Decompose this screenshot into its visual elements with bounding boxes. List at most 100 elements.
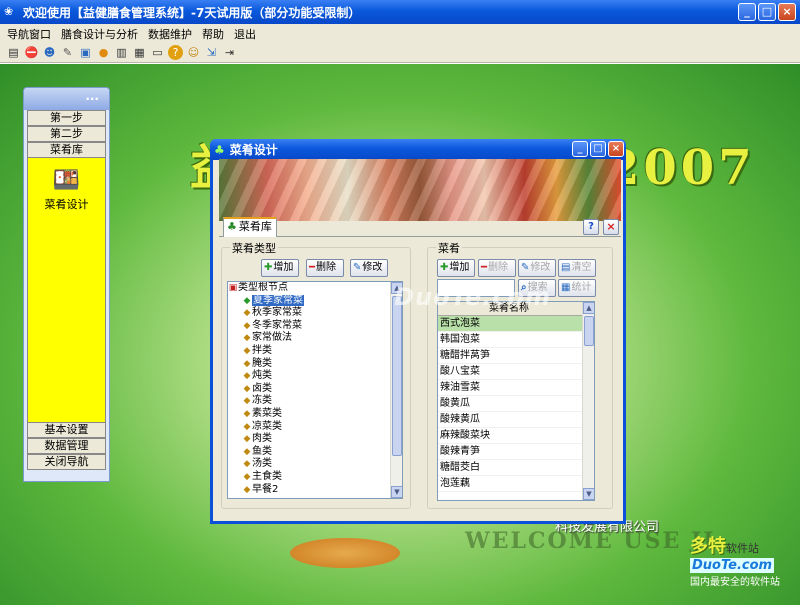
list-item[interactable]: 糖醋茭白 <box>438 460 582 476</box>
watermark-text: www.DuoTe.com <box>316 283 551 311</box>
dialog-icon: ♣ <box>214 142 225 157</box>
menu-help[interactable]: 帮助 <box>197 26 229 42</box>
exit-icon[interactable]: ⇥ <box>222 45 237 60</box>
dish-edit-button[interactable]: ✎修改 <box>518 259 556 277</box>
type-add-button[interactable]: ✚增加 <box>261 259 299 277</box>
menu-diet-design[interactable]: 膳食设计与分析 <box>56 26 143 42</box>
type-delete-button[interactable]: ━删除 <box>306 259 344 277</box>
menu-nav-window[interactable]: 导航窗口 <box>2 26 56 42</box>
nav-panel: ... 第一步 第二步 菜肴库 🍱 菜肴设计 基本设置 数据管理 关闭导航 <box>23 87 110 482</box>
app-title: 欢迎使用【益健膳食管理系统】-7天试用版（部分功能受限制） <box>23 5 361 20</box>
tree-item[interactable]: ◆ 家常做法 <box>228 332 402 345</box>
dialog-title: 菜肴设计 <box>229 143 278 157</box>
window-icon[interactable]: ▣ <box>78 45 93 60</box>
tab-row: ♣ 菜肴库 ? × <box>219 217 621 237</box>
menu-data-maintenance[interactable]: 数据维护 <box>143 26 197 42</box>
list-item[interactable]: 酸辣青笋 <box>438 444 582 460</box>
menu-exit[interactable]: 退出 <box>229 26 261 42</box>
list-item[interactable]: 西式泡菜 <box>438 316 582 332</box>
dialog-maximize-button[interactable]: □ <box>590 141 606 157</box>
close-x-button[interactable]: × <box>603 219 619 235</box>
dish-clear-button[interactable]: ▤清空 <box>558 259 596 277</box>
save-icon[interactable]: ▦ <box>132 45 147 60</box>
dialog-minimize-button[interactable]: _ <box>572 141 588 157</box>
tree-item[interactable]: ◆ 卤类 <box>228 383 402 396</box>
menu-bar: 导航窗口 膳食设计与分析 数据维护 帮助 退出 <box>0 24 800 43</box>
logo-line1-small: 软件站 <box>726 542 759 555</box>
tree-item[interactable]: ◆ 冻类 <box>228 395 402 408</box>
maximize-button[interactable]: □ <box>758 3 776 21</box>
tree-item[interactable]: ◆ 炖类 <box>228 370 402 383</box>
food-icon[interactable]: ● <box>96 45 111 60</box>
dialog-titlebar: ♣ 菜肴设计 _ □ × <box>210 139 626 160</box>
food-banner-image <box>219 159 621 221</box>
list-scrollbar[interactable]: ▲ ▼ <box>582 302 594 500</box>
list-item[interactable]: 辣油雪菜 <box>438 380 582 396</box>
dish-design-icon[interactable]: 🍱 <box>51 168 83 194</box>
nav-header[interactable]: ... <box>24 88 109 110</box>
dish-design-label[interactable]: 菜肴设计 <box>28 196 105 212</box>
list-item[interactable]: 泡莲藕 <box>438 476 582 492</box>
nav-data-management-button[interactable]: 数据管理 <box>27 438 106 454</box>
tree-item[interactable]: ◆ 鱼类 <box>228 446 402 459</box>
dish-design-dialog: ♣ 菜肴设计 _ □ × ♣ 菜肴库 ? × 菜肴类型 ✚增加 ━删除 ✎修改 ▣… <box>210 139 626 524</box>
scroll-thumb[interactable] <box>392 296 402 456</box>
monitor-icon[interactable]: ▭ <box>150 45 165 60</box>
list-item[interactable]: 糖醋拌莴笋 <box>438 348 582 364</box>
scroll-down-arrow[interactable]: ▼ <box>583 488 594 500</box>
tree-item[interactable]: ◆ 主食类 <box>228 471 402 484</box>
nav-step1-button[interactable]: 第一步 <box>27 110 106 126</box>
nav-step2-button[interactable]: 第二步 <box>27 126 106 142</box>
print-icon[interactable]: ▥ <box>114 45 129 60</box>
toolbar: ▤ ⛔ ☻ ✎ ▣ ● ▥ ▦ ▭ ? ☺ ⇲ ⇥ <box>0 43 800 63</box>
tree-item[interactable]: ◆ 汤类 <box>228 458 402 471</box>
help-button[interactable]: ? <box>583 219 599 235</box>
logo-line2: DuoTe.com <box>690 558 775 573</box>
dish-type-legend: 菜肴类型 <box>230 240 278 256</box>
tree-item[interactable]: ◆ 拌类 <box>228 345 402 358</box>
dish-legend: 菜肴 <box>436 240 462 256</box>
edit-icon[interactable]: ✎ <box>60 45 75 60</box>
dish-add-button[interactable]: ✚增加 <box>437 259 475 277</box>
users-icon[interactable]: ☻ <box>42 45 57 60</box>
list-item[interactable]: 酸辣黄瓜 <box>438 412 582 428</box>
tree-scrollbar[interactable]: ▲ ▼ <box>390 282 402 498</box>
tab-dish-library[interactable]: ♣ 菜肴库 <box>223 217 277 237</box>
scroll-thumb[interactable] <box>584 316 594 346</box>
app-icon: ❀ <box>4 5 14 18</box>
calculator-icon[interactable]: ▤ <box>6 45 21 60</box>
dialog-close-button[interactable]: × <box>608 141 624 157</box>
nav-close-button[interactable]: 关闭导航 <box>27 454 106 470</box>
list-item[interactable]: 麻辣酸菜块 <box>438 428 582 444</box>
app-titlebar: ❀ 欢迎使用【益健膳食管理系统】-7天试用版（部分功能受限制） _ □ × <box>0 0 800 24</box>
nav-basic-settings-button[interactable]: 基本设置 <box>27 422 106 438</box>
list-item[interactable]: 韩国泡菜 <box>438 332 582 348</box>
close-button[interactable]: × <box>778 3 796 21</box>
tab-label: 菜肴库 <box>238 220 272 233</box>
scroll-down-arrow[interactable]: ▼ <box>391 486 402 498</box>
list-item[interactable]: 酸八宝菜 <box>438 364 582 380</box>
decorative-blob <box>290 538 400 568</box>
help-icon[interactable]: ? <box>168 45 183 60</box>
dish-delete-button[interactable]: ━删除 <box>478 259 516 277</box>
dish-type-tree[interactable]: ▣类型根节点 ◆ 夏季家常菜 ◆ 秋季家常菜 ◆ 冬季家常菜 ◆ 家常做法 ◆ 拌类 ◆ 腌… <box>227 281 403 499</box>
export-icon[interactable]: ⇲ <box>204 45 219 60</box>
tree-item[interactable]: ◆ 早餐2 <box>228 484 402 497</box>
group-icon[interactable]: ☺ <box>186 45 201 60</box>
minimize-button[interactable]: _ <box>738 3 756 21</box>
nav-dish-library-button[interactable]: 菜肴库 <box>27 142 106 158</box>
tree-item[interactable]: ◆ 凉菜类 <box>228 421 402 434</box>
dish-list[interactable]: 菜肴名称 西式泡菜 韩国泡菜 糖醋拌莴笋 酸八宝菜 辣油雪菜 酸黄瓜 酸辣黄瓜 … <box>437 301 595 501</box>
dish-stats-button[interactable]: ▦统计 <box>558 279 596 297</box>
tree-item[interactable]: ◆ 肉类 <box>228 433 402 446</box>
nav-active-area: 🍱 菜肴设计 <box>27 158 106 422</box>
welcome-text: WELCOME USE JI <box>465 528 716 554</box>
tree-item[interactable]: ◆ 腌类 <box>228 358 402 371</box>
tree-item[interactable]: ◆ 冬季家常菜 <box>228 320 402 333</box>
scroll-up-arrow[interactable]: ▲ <box>583 302 594 314</box>
duote-logo: 多特软件站 DuoTe.com 国内最安全的软件站 <box>690 532 798 594</box>
type-edit-button[interactable]: ✎修改 <box>350 259 388 277</box>
list-item[interactable]: 酸黄瓜 <box>438 396 582 412</box>
stop-icon[interactable]: ⛔ <box>24 45 39 60</box>
tree-item[interactable]: ◆ 素菜类 <box>228 408 402 421</box>
